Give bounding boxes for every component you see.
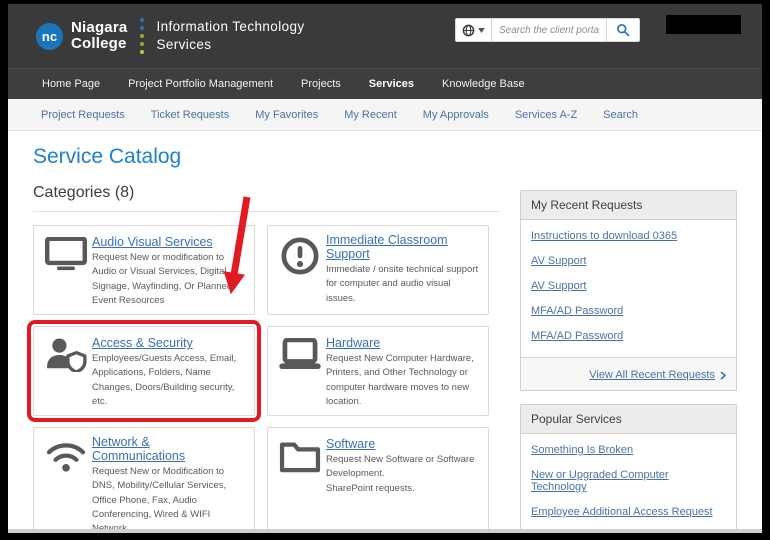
- magnifier-icon: [616, 23, 630, 37]
- category-description: Employees/Guests Access, Email, Applicat…: [92, 352, 246, 409]
- category-link[interactable]: Access & Security: [92, 336, 193, 350]
- category-card-hardware[interactable]: Hardware Request New Computer Hardware, …: [267, 326, 489, 416]
- category-description: Request New Computer Hardware, Printers,…: [326, 352, 480, 409]
- recent-request-link[interactable]: MFA/AD Password: [531, 330, 623, 342]
- category-description: Request New Software or Software Develop…: [326, 453, 480, 496]
- brand-line1: Niagara: [71, 20, 127, 36]
- nav-home-page[interactable]: Home Page: [28, 78, 114, 90]
- person-shield-icon: [40, 334, 92, 409]
- portal-search: [455, 18, 640, 42]
- brand-line2: College: [71, 36, 127, 52]
- nav-my-favorites[interactable]: My Favorites: [242, 109, 331, 121]
- chevron-right-icon: [720, 371, 726, 380]
- category-link[interactable]: Immediate Classroom Support: [326, 233, 480, 261]
- redacted-user-info: [666, 15, 741, 34]
- secondary-nav: Project Requests Ticket Requests My Favo…: [8, 99, 762, 131]
- view-all-recent-requests-link[interactable]: View All Recent Requests: [589, 369, 726, 381]
- nav-services[interactable]: Services: [355, 78, 428, 90]
- recent-request-link[interactable]: Instructions to download 0365: [531, 230, 677, 242]
- category-card-software[interactable]: Software Request New Software or Softwar…: [267, 427, 489, 533]
- nav-project-portfolio-management[interactable]: Project Portfolio Management: [114, 78, 287, 90]
- popular-service-link[interactable]: Employee Additional Access Request: [531, 506, 713, 518]
- category-link[interactable]: Network & Communications: [92, 435, 246, 463]
- wifi-icon: [40, 435, 92, 533]
- category-card-network-communications[interactable]: Network & Communications Request New or …: [33, 427, 255, 533]
- nav-search[interactable]: Search: [590, 109, 651, 121]
- dept-line2: Services: [156, 36, 304, 54]
- panel-title: My Recent Requests: [521, 191, 736, 220]
- client-portal-page: nc Niagara College Information Technolog…: [8, 4, 762, 533]
- laptop-icon: [274, 334, 326, 409]
- category-link[interactable]: Hardware: [326, 336, 380, 350]
- nav-my-approvals[interactable]: My Approvals: [410, 109, 502, 121]
- alert-circle-icon: [274, 233, 326, 308]
- category-description: Request New or modification to Audio or …: [92, 251, 246, 308]
- page-title: Service Catalog: [33, 145, 181, 169]
- popular-services-panel: Popular Services Something Is Broken New…: [520, 404, 737, 533]
- my-recent-requests-panel: My Recent Requests Instructions to downl…: [520, 190, 737, 391]
- popular-service-link[interactable]: New or Upgraded Computer Technology: [531, 469, 726, 493]
- categories-heading: Categories (8): [33, 184, 500, 202]
- category-link[interactable]: Software: [326, 437, 375, 451]
- department-name: Information Technology Services: [156, 18, 304, 54]
- dotted-divider: [140, 18, 144, 54]
- panel-title: Popular Services: [521, 405, 736, 434]
- dept-line1: Information Technology: [156, 18, 304, 36]
- recent-request-link[interactable]: MFA/AD Password: [531, 305, 623, 317]
- category-card-audio-visual[interactable]: Audio Visual Services Request New or mod…: [33, 225, 255, 315]
- nav-services-a-z[interactable]: Services A-Z: [502, 109, 590, 121]
- site-header: nc Niagara College Information Technolog…: [8, 4, 762, 68]
- category-card-access-security[interactable]: Access & Security Employees/Guests Acces…: [33, 326, 255, 416]
- nav-my-recent[interactable]: My Recent: [331, 109, 410, 121]
- sidebar: My Recent Requests Instructions to downl…: [520, 190, 737, 533]
- nav-projects[interactable]: Projects: [287, 78, 355, 90]
- monitor-icon: [40, 233, 92, 308]
- primary-nav: Home Page Project Portfolio Management P…: [8, 68, 762, 99]
- nc-logo-icon: nc: [36, 23, 63, 50]
- nav-knowledge-base[interactable]: Knowledge Base: [428, 78, 539, 90]
- folder-icon: [274, 435, 326, 533]
- nav-ticket-requests[interactable]: Ticket Requests: [138, 109, 242, 121]
- nav-project-requests[interactable]: Project Requests: [28, 109, 138, 121]
- globe-icon: [462, 24, 475, 37]
- category-link[interactable]: Audio Visual Services: [92, 235, 213, 249]
- category-grid: Audio Visual Services Request New or mod…: [33, 225, 489, 533]
- category-description: Request New or Modification to DNS, Mobi…: [92, 465, 246, 533]
- search-button[interactable]: [606, 19, 639, 41]
- chevron-down-icon: [478, 28, 485, 33]
- popular-service-link[interactable]: Something Is Broken: [531, 444, 633, 456]
- heading-divider: [33, 211, 500, 212]
- view-all-label: View All Recent Requests: [589, 369, 715, 381]
- recent-request-link[interactable]: AV Support: [531, 280, 586, 292]
- category-card-immediate-classroom-support[interactable]: Immediate Classroom Support Immediate / …: [267, 225, 489, 315]
- brand-name: Niagara College: [71, 20, 127, 52]
- search-scope-dropdown[interactable]: [456, 19, 492, 41]
- recent-request-link[interactable]: AV Support: [531, 255, 586, 267]
- category-description: Immediate / onsite technical support for…: [326, 263, 480, 306]
- search-input[interactable]: [492, 19, 606, 41]
- brand-logo[interactable]: nc Niagara College Information Technolog…: [36, 4, 305, 68]
- bottom-edge: [8, 529, 762, 533]
